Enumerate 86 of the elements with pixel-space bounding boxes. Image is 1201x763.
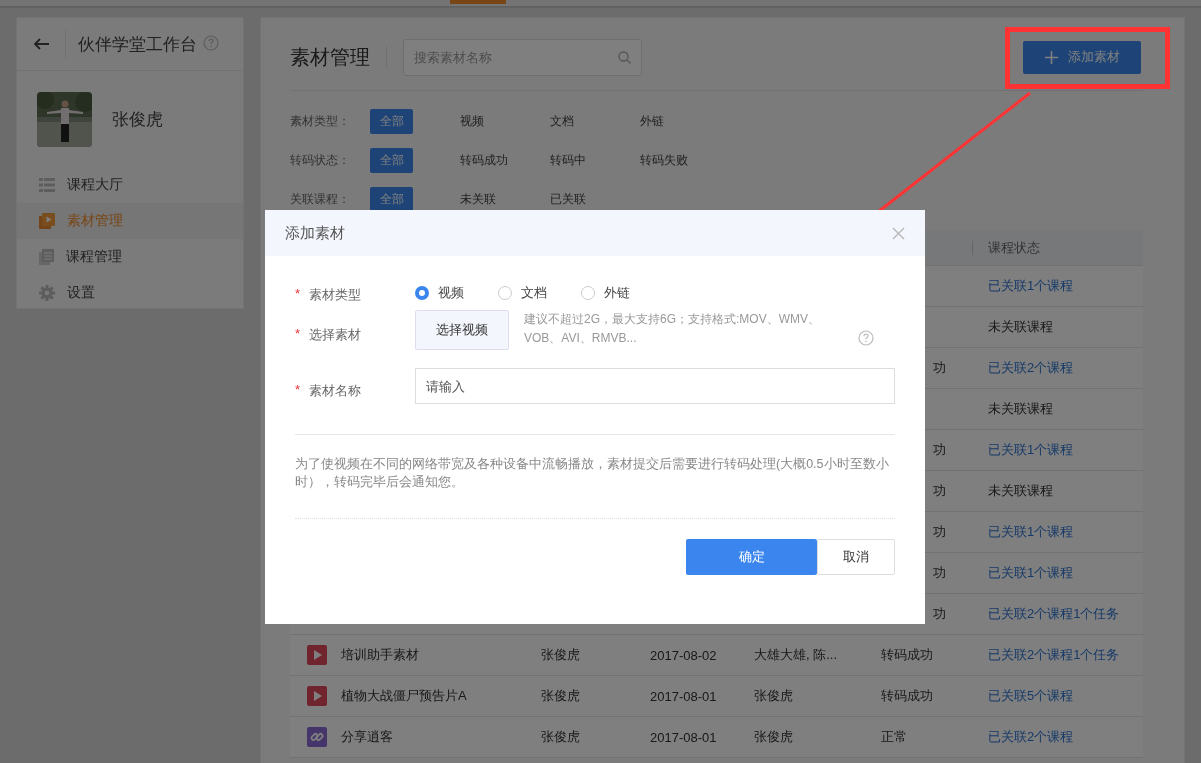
radio-icon[interactable] <box>415 286 429 300</box>
filter-option[interactable]: 已关联 <box>550 191 586 208</box>
course-link[interactable]: 已关联1个课程 <box>988 524 1074 539</box>
course-link[interactable]: 已关联5个课程 <box>988 688 1074 703</box>
filter-option[interactable]: 全部 <box>370 109 413 134</box>
workspace-title: 伙伴学堂工作台 <box>78 33 197 56</box>
table-cell: 未关联课程 <box>988 319 1053 334</box>
filter-label: 关联课程： <box>290 191 351 208</box>
table-cell-text: 功 <box>932 565 946 580</box>
material-name: 分享逍客 <box>341 728 393 746</box>
document-icon <box>39 249 54 265</box>
filter-option[interactable]: 转码中 <box>550 152 586 169</box>
course-link[interactable]: 已关联1个课程 <box>988 565 1074 580</box>
settings-icon <box>39 285 55 301</box>
help-icon[interactable] <box>203 34 219 51</box>
radio-option[interactable]: 文档 <box>498 284 547 302</box>
field-label: 素材类型 <box>309 286 362 304</box>
table-cell: 张俊虎 <box>754 688 793 703</box>
add-material-button[interactable]: 添加素材 <box>1023 40 1141 74</box>
filter-option[interactable]: 转码成功 <box>460 152 508 169</box>
filter-option[interactable]: 转码失败 <box>640 152 688 169</box>
table-cell: 转码成功 <box>881 688 933 703</box>
user-name: 张俊虎 <box>112 108 163 131</box>
table-cell-text: 功 <box>932 360 946 375</box>
filter-option[interactable]: 全部 <box>370 148 413 173</box>
filter-option[interactable]: 未关联 <box>460 191 496 208</box>
filter-option[interactable]: 视频 <box>460 113 484 130</box>
table-cell: 正常 <box>881 729 907 744</box>
help-icon[interactable] <box>858 330 874 346</box>
table-cell: 2017-08-01 <box>650 688 717 704</box>
close-button[interactable] <box>892 226 905 240</box>
filter-option[interactable]: 文档 <box>550 113 574 130</box>
table-cell-text: 功 <box>932 606 946 621</box>
filter-option[interactable]: 全部 <box>370 187 413 212</box>
sidebar-item[interactable]: 课程大厅 <box>17 167 243 203</box>
course-link[interactable]: 已关联1个课程 <box>988 442 1074 457</box>
table-cell: 张俊虎 <box>541 688 580 703</box>
material-name: 植物大战僵尸预告片A <box>341 687 467 705</box>
play-icon <box>307 645 327 665</box>
table-cell: 转码成功 <box>881 647 933 662</box>
course-link[interactable]: 已关联2个课程 <box>988 360 1074 375</box>
column-header: 课程状态 <box>988 239 1040 255</box>
table-cell: 未关联课程 <box>988 401 1053 416</box>
table-cell-text: 功 <box>932 442 946 457</box>
filter-label: 素材类型： <box>290 113 351 130</box>
table-cell-text: 功 <box>932 524 946 539</box>
course-link[interactable]: 已关联2个课程1个任务 <box>988 647 1120 662</box>
choose-video-button[interactable]: 选择视频 <box>415 310 509 350</box>
filter-label: 转码状态： <box>290 152 351 169</box>
table-cell-text: 功 <box>932 483 946 498</box>
play-icon <box>307 686 327 706</box>
table-cell: 未关联课程 <box>988 483 1053 498</box>
course-link[interactable]: 已关联1个课程 <box>988 278 1074 293</box>
filter-option[interactable]: 外链 <box>640 113 664 130</box>
field-label: 选择素材 <box>309 326 362 344</box>
dialog-title: 添加素材 <box>285 223 346 243</box>
list-icon <box>39 178 55 192</box>
field-label: 素材名称 <box>309 382 362 400</box>
required-mark: * <box>295 326 301 343</box>
required-mark: * <box>295 382 301 399</box>
course-link[interactable]: 已关联2个课程1个任务 <box>988 606 1120 621</box>
table-cell: 2017-08-02 <box>650 647 717 663</box>
back-arrow-icon[interactable] <box>33 38 49 50</box>
table-cell: 大雄大雄, 陈... <box>754 647 838 662</box>
table-cell: 张俊虎 <box>541 647 580 662</box>
plus-icon <box>1044 50 1058 64</box>
sidebar-item[interactable]: 设置 <box>17 275 243 311</box>
page-title: 素材管理 <box>290 46 387 68</box>
search-icon[interactable] <box>618 50 631 64</box>
table-cell: 张俊虎 <box>541 729 580 744</box>
radio-option[interactable]: 视频 <box>415 284 464 302</box>
format-hint: 建议不超过2G，最大支持6G；支持格式:MOV、WMV、VOB、AVI、RMVB... <box>524 311 821 347</box>
material-name: 培训助手素材 <box>341 646 419 664</box>
transcode-note: 为了使视频在不同的网络带宽及各种设备中流畅播放，素材提交后需要进行转码处理(大概0.5小时至数小时），转码完毕后会通知您。 <box>295 435 895 519</box>
radio-option[interactable]: 外链 <box>581 284 630 302</box>
play-icon <box>39 213 55 229</box>
link-icon <box>307 727 327 747</box>
course-link[interactable]: 已关联2个课程 <box>988 729 1074 744</box>
cancel-button[interactable]: 取消 <box>817 539 895 575</box>
name-input[interactable]: 请输入 <box>414 368 895 404</box>
sidebar-item[interactable]: 课程管理 <box>17 239 243 275</box>
table-cell: 张俊虎 <box>754 729 793 744</box>
required-mark: * <box>295 286 301 303</box>
tab-indicator <box>450 0 506 4</box>
confirm-button[interactable]: 确定 <box>686 539 817 575</box>
table-cell: 2017-08-01 <box>650 729 717 745</box>
